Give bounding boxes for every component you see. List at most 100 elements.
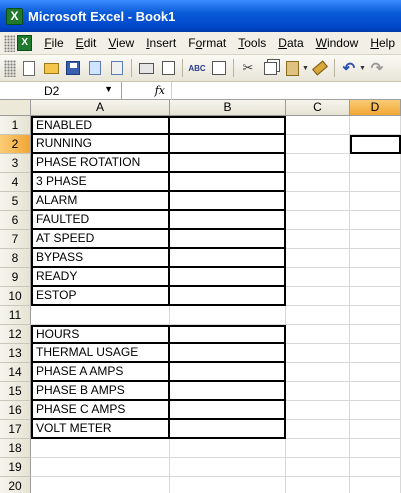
- cell-b9[interactable]: [170, 268, 286, 287]
- cell-b12[interactable]: [170, 325, 286, 344]
- row-header[interactable]: 12: [0, 325, 31, 344]
- cell-d7[interactable]: [350, 230, 401, 249]
- paste-button[interactable]: [283, 59, 301, 77]
- redo-button[interactable]: ↷: [368, 59, 386, 77]
- cell-b3[interactable]: [170, 154, 286, 173]
- email-button[interactable]: [108, 59, 126, 77]
- cell-c13[interactable]: [286, 344, 350, 363]
- cell-a5[interactable]: ALARM: [31, 192, 170, 211]
- cell-d1[interactable]: [350, 116, 401, 135]
- cell-a3[interactable]: PHASE ROTATION: [31, 154, 170, 173]
- cell-c15[interactable]: [286, 382, 350, 401]
- toolbar-grip-icon[interactable]: [4, 59, 16, 77]
- row-header[interactable]: 20: [0, 477, 31, 493]
- row-header[interactable]: 16: [0, 401, 31, 420]
- menu-item[interactable]: View: [102, 36, 140, 50]
- research-button[interactable]: [210, 59, 228, 77]
- cell-a11[interactable]: [31, 306, 170, 325]
- column-header[interactable]: C: [286, 100, 350, 116]
- menu-item[interactable]: Data: [272, 36, 309, 50]
- cell-c3[interactable]: [286, 154, 350, 173]
- cell-c9[interactable]: [286, 268, 350, 287]
- workbook-icon[interactable]: X: [17, 35, 33, 51]
- cell-c20[interactable]: [286, 477, 350, 493]
- row-header[interactable]: 9: [0, 268, 31, 287]
- cell-d13[interactable]: [350, 344, 401, 363]
- cut-button[interactable]: ✂: [239, 59, 257, 77]
- menu-item[interactable]: Tools: [232, 36, 272, 50]
- select-all-corner[interactable]: [0, 100, 31, 116]
- cell-d8[interactable]: [350, 249, 401, 268]
- row-header[interactable]: 8: [0, 249, 31, 268]
- insert-function-icon[interactable]: fx: [122, 81, 172, 100]
- cell-c10[interactable]: [286, 287, 350, 306]
- cell-d14[interactable]: [350, 363, 401, 382]
- cell-a10[interactable]: ESTOP: [31, 287, 170, 306]
- cell-d4[interactable]: [350, 173, 401, 192]
- name-box-dropdown-icon[interactable]: ▼: [104, 84, 113, 94]
- menu-item[interactable]: File: [38, 36, 69, 50]
- cell-b2[interactable]: [170, 135, 286, 154]
- cell-b19[interactable]: [170, 458, 286, 477]
- cell-d19[interactable]: [350, 458, 401, 477]
- cell-d15[interactable]: [350, 382, 401, 401]
- cell-c11[interactable]: [286, 306, 350, 325]
- cell-d10[interactable]: [350, 287, 401, 306]
- excel-app-icon[interactable]: X: [6, 7, 23, 25]
- row-header[interactable]: 19: [0, 458, 31, 477]
- row-header[interactable]: 1: [0, 116, 31, 135]
- cell-d3[interactable]: [350, 154, 401, 173]
- cell-d17[interactable]: [350, 420, 401, 439]
- undo-button[interactable]: ↶: [340, 59, 358, 77]
- save-button[interactable]: [64, 59, 82, 77]
- cell-b11[interactable]: [170, 306, 286, 325]
- undo-dropdown-arrow-icon[interactable]: ▼: [359, 65, 366, 72]
- row-header[interactable]: 4: [0, 173, 31, 192]
- cell-b4[interactable]: [170, 173, 286, 192]
- cell-d20[interactable]: [350, 477, 401, 493]
- cell-b6[interactable]: [170, 211, 286, 230]
- cell-c1[interactable]: [286, 116, 350, 135]
- cell-a20[interactable]: [31, 477, 170, 493]
- cell-c12[interactable]: [286, 325, 350, 344]
- formula-input[interactable]: [172, 82, 401, 100]
- cell-c19[interactable]: [286, 458, 350, 477]
- cell-b15[interactable]: [170, 382, 286, 401]
- row-header[interactable]: 15: [0, 382, 31, 401]
- cell-d12[interactable]: [350, 325, 401, 344]
- cell-c8[interactable]: [286, 249, 350, 268]
- cell-c4[interactable]: [286, 173, 350, 192]
- row-header[interactable]: 6: [0, 211, 31, 230]
- cell-b5[interactable]: [170, 192, 286, 211]
- cell-b16[interactable]: [170, 401, 286, 420]
- cell-a8[interactable]: BYPASS: [31, 249, 170, 268]
- cell-a18[interactable]: [31, 439, 170, 458]
- cell-d9[interactable]: [350, 268, 401, 287]
- row-header[interactable]: 11: [0, 306, 31, 325]
- cell-b13[interactable]: [170, 344, 286, 363]
- cell-b8[interactable]: [170, 249, 286, 268]
- paste-dropdown-arrow-icon[interactable]: ▼: [302, 65, 309, 72]
- cell-c18[interactable]: [286, 439, 350, 458]
- cell-a15[interactable]: PHASE B AMPS: [31, 382, 170, 401]
- cell-d5[interactable]: [350, 192, 401, 211]
- open-button[interactable]: [42, 59, 60, 77]
- cell-a9[interactable]: READY: [31, 268, 170, 287]
- cell-a7[interactable]: AT SPEED: [31, 230, 170, 249]
- menu-item[interactable]: Window: [310, 36, 365, 50]
- cell-b7[interactable]: [170, 230, 286, 249]
- menu-item[interactable]: Insert: [140, 36, 182, 50]
- row-header[interactable]: 18: [0, 439, 31, 458]
- column-header[interactable]: D: [350, 100, 401, 116]
- cell-a1[interactable]: ENABLED: [31, 116, 170, 135]
- column-header[interactable]: B: [170, 100, 286, 116]
- cell-a19[interactable]: [31, 458, 170, 477]
- column-header[interactable]: A: [31, 100, 170, 116]
- format-painter-button[interactable]: [311, 59, 329, 77]
- cell-d2[interactable]: [350, 135, 401, 154]
- name-box[interactable]: D2 ▼: [0, 81, 122, 100]
- cell-c2[interactable]: [286, 135, 350, 154]
- cell-a16[interactable]: PHASE C AMPS: [31, 401, 170, 420]
- cell-d6[interactable]: [350, 211, 401, 230]
- cell-c6[interactable]: [286, 211, 350, 230]
